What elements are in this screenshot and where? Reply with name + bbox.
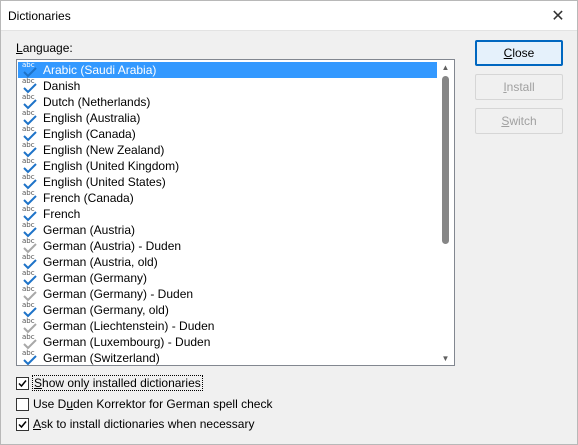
language-label-text: German (Luxembourg) - Duden	[43, 335, 211, 349]
dictionary-installed-icon: abc	[20, 157, 41, 174]
use-duden-checkbox[interactable]	[16, 397, 29, 411]
language-label-text: English (United Kingdom)	[43, 159, 180, 173]
language-listbox[interactable]: abc Arabic (Saudi Arabia) abc Danish abc Dutc…	[16, 59, 455, 366]
list-item[interactable]: abc English (Australia)	[18, 109, 437, 126]
ask-install-option[interactable]: Ask to install dictionaries when necessa…	[16, 416, 254, 432]
list-item[interactable]: abc German (Switzerland)	[18, 349, 437, 365]
list-item[interactable]: abc English (New Zealand)	[18, 141, 437, 158]
list-item[interactable]: abc German (Germany)	[18, 269, 437, 286]
dictionary-unavailable-icon: abc	[20, 317, 41, 334]
list-item[interactable]: abc English (United Kingdom)	[18, 157, 437, 174]
dictionary-unavailable-icon: abc	[20, 333, 41, 350]
window-title: Dictionaries	[8, 9, 71, 23]
language-label-text: German (Germany, old)	[43, 303, 169, 317]
language-label-text: Dutch (Netherlands)	[43, 95, 151, 109]
language-label-text: German (Austria) - Duden	[43, 239, 182, 253]
list-item[interactable]: abc Dutch (Netherlands)	[18, 93, 437, 110]
install-button[interactable]: Install	[475, 74, 563, 100]
show-installed-checkbox[interactable]	[16, 376, 29, 390]
dictionaries-dialog: Dictionaries ✕ Language: abc Arabic (Saud…	[0, 0, 578, 445]
title-bar[interactable]: Dictionaries ✕	[1, 1, 577, 31]
list-item[interactable]: abc German (Liechtenstein) - Duden	[18, 317, 437, 334]
dictionary-installed-icon: abc	[20, 93, 41, 110]
list-item[interactable]: abc German (Austria)	[18, 221, 437, 238]
list-item[interactable]: abc German (Germany, old)	[18, 301, 437, 318]
dictionary-installed-icon: abc	[20, 205, 41, 222]
language-label-text: French	[43, 207, 81, 221]
scroll-thumb[interactable]	[442, 76, 449, 244]
dictionary-installed-icon: abc	[20, 189, 41, 206]
dictionary-installed-icon: abc	[20, 301, 41, 318]
language-label-text: German (Austria, old)	[43, 255, 158, 269]
checkmark-icon	[18, 420, 27, 428]
show-installed-label: Show only installed dictionaries	[32, 375, 203, 391]
language-label-text: German (Germany) - Duden	[43, 287, 194, 301]
list-item[interactable]: abc French (Canada)	[18, 189, 437, 206]
list-item[interactable]: abc German (Luxembourg) - Duden	[18, 333, 437, 350]
use-duden-option[interactable]: Use Duden Korrektor for German spell che…	[16, 396, 272, 412]
dictionary-installed-icon: abc	[20, 125, 41, 142]
scroll-down-arrow-icon[interactable]: ▼	[437, 351, 454, 365]
language-list: abc Arabic (Saudi Arabia) abc Danish abc Dutc…	[18, 61, 437, 365]
language-label-text: English (Canada)	[43, 127, 136, 141]
list-item[interactable]: abc Danish	[18, 77, 437, 94]
close-button[interactable]: Close	[475, 40, 563, 66]
show-installed-option[interactable]: Show only installed dictionaries	[16, 375, 203, 391]
checkmark-icon	[18, 379, 27, 387]
dictionary-installed-icon: abc	[20, 349, 41, 365]
dictionary-installed-icon: abc	[20, 173, 41, 190]
list-item[interactable]: abc German (Germany) - Duden	[18, 285, 437, 302]
list-item[interactable]: abc English (United States)	[18, 173, 437, 190]
language-label-text: German (Liechtenstein) - Duden	[43, 319, 215, 333]
vertical-scrollbar[interactable]: ▲ ▼	[437, 60, 454, 365]
language-label-text: French (Canada)	[43, 191, 134, 205]
language-label: Language:	[16, 41, 73, 55]
language-label-text: Danish	[43, 79, 81, 93]
dictionary-installed-icon: abc	[20, 109, 41, 126]
switch-button[interactable]: Switch	[475, 108, 563, 134]
list-item[interactable]: abc Arabic (Saudi Arabia)	[18, 61, 437, 78]
language-label-text: German (Germany)	[43, 271, 148, 285]
use-duden-label: Use Duden Korrektor for German spell che…	[33, 397, 273, 411]
scroll-up-arrow-icon[interactable]: ▲	[437, 60, 454, 74]
dictionary-unavailable-icon: abc	[20, 237, 41, 254]
ask-install-label: Ask to install dictionaries when necessa…	[33, 417, 255, 431]
language-label-text: German (Switzerland)	[43, 351, 160, 365]
dictionary-unavailable-icon: abc	[20, 285, 41, 302]
language-label-text: English (New Zealand)	[43, 143, 165, 157]
dictionary-installed-icon: abc	[20, 141, 41, 158]
ask-install-checkbox[interactable]	[16, 417, 29, 431]
list-item[interactable]: abc French	[18, 205, 437, 222]
language-label-text: English (United States)	[43, 175, 166, 189]
dictionary-installed-icon: abc	[20, 77, 41, 94]
language-label-text: Arabic (Saudi Arabia)	[43, 63, 157, 77]
close-window-icon[interactable]: ✕	[547, 5, 569, 27]
list-item[interactable]: abc English (Canada)	[18, 125, 437, 142]
dictionary-installed-icon: abc	[20, 61, 41, 78]
dictionary-installed-icon: abc	[20, 221, 41, 238]
dictionary-installed-icon: abc	[20, 253, 41, 270]
language-label-text: German (Austria)	[43, 223, 136, 237]
dictionary-installed-icon: abc	[20, 269, 41, 286]
language-label-text: English (Australia)	[43, 111, 141, 125]
list-item[interactable]: abc German (Austria) - Duden	[18, 237, 437, 254]
list-item[interactable]: abc German (Austria, old)	[18, 253, 437, 270]
